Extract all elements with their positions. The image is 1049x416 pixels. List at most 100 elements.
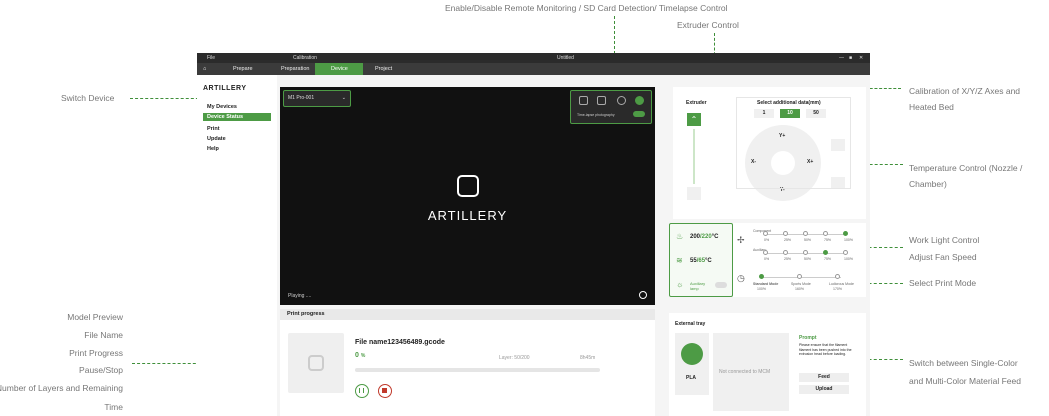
playing-status: Playing .... <box>288 293 312 299</box>
annotation-layers-remaining-1: Number of Layers and Remaining <box>0 383 123 393</box>
layer-value: 50/200 <box>514 355 530 361</box>
timelapse-toggle[interactable] <box>633 111 645 117</box>
prompt-text: Please ensure that the filament filament… <box>799 343 852 356</box>
annotation-calibration: Calibration of X/Y/Z Axes and Heated Bed <box>909 83 1020 115</box>
sidebar: ARTILLERY My Devices Device Status Print… <box>197 75 277 416</box>
fan-auxiliary-knob[interactable] <box>763 250 768 255</box>
sidebar-item-update[interactable]: Update <box>203 135 271 143</box>
fan-component-step-label: 25% <box>784 238 792 242</box>
print-mode-speed: 100% <box>757 287 766 291</box>
remote-control-box: Time-lapse photography <box>570 90 652 124</box>
model-thumbnail <box>288 333 344 393</box>
minimize-icon[interactable]: — <box>839 55 844 61</box>
progress-bar <box>355 368 600 372</box>
tab-project[interactable]: Project <box>369 63 398 75</box>
monitor-icon[interactable] <box>579 96 588 105</box>
fan-auxiliary-knob[interactable] <box>843 250 848 255</box>
print-mode-knob[interactable] <box>797 274 802 279</box>
extrude-down-button[interactable] <box>687 187 701 200</box>
progress-percent-unit: % <box>360 353 366 359</box>
camera-preview: M1 Pro-001 ⌄ Time-lapse photography ARTI… <box>280 87 655 305</box>
file-menu[interactable]: File <box>207 55 215 61</box>
title-bar: File Calibration Untitled — ■ ✕ <box>197 53 870 63</box>
home-icon[interactable]: ⌂ <box>197 63 212 75</box>
spool-icon <box>681 343 703 365</box>
annotation-calibration-line1: Calibration of X/Y/Z Axes and <box>909 86 1021 96</box>
pause-button[interactable] <box>355 384 369 398</box>
annotation-file-name: File Name <box>84 330 123 340</box>
extruder-label: Extruder <box>686 100 707 106</box>
annotation-calibration-line2: Heated Bed <box>909 102 954 112</box>
leader-calibration-h2 <box>865 88 901 89</box>
sidebar-item-help[interactable]: Help <box>203 145 271 153</box>
annotation-select-mode: Select Print Mode <box>909 278 977 288</box>
print-mode-knob[interactable] <box>835 274 840 279</box>
fan-component-step-label: 75% <box>824 238 832 242</box>
nozzle-temp-unit: °C <box>711 234 719 240</box>
calibration-menu[interactable]: Calibration <box>293 55 317 61</box>
annotation-temperature-line2: Chamber) <box>909 179 947 189</box>
fan-component-knob[interactable] <box>803 231 808 236</box>
progress-percent: 0 % <box>355 352 365 359</box>
fan-auxiliary-step-label: 100% <box>844 257 853 261</box>
maximize-icon[interactable]: ■ <box>849 55 852 61</box>
extruder-slider[interactable] <box>693 129 695 184</box>
fan-auxiliary-step-label: 50% <box>804 257 812 261</box>
print-progress-title: Print progress <box>280 309 655 320</box>
stop-button[interactable] <box>378 384 392 398</box>
print-progress-panel: Print progress File name123456489.gcode … <box>280 309 655 416</box>
fan-auxiliary-knob[interactable] <box>783 250 788 255</box>
nozzle-temp-target: /220 <box>700 234 712 240</box>
highlight-calibration <box>736 97 851 189</box>
close-icon[interactable]: ✕ <box>859 55 863 61</box>
print-mode-knob[interactable] <box>759 274 764 279</box>
timelapse-icon[interactable] <box>635 96 644 105</box>
print-mode-label: Ludicrous Mode <box>829 282 854 286</box>
fan-auxiliary-knob[interactable] <box>823 250 828 255</box>
extrude-up-button[interactable]: ⌃ <box>687 113 701 126</box>
progress-percent-value: 0 <box>355 352 359 359</box>
device-selector[interactable]: M1 Pro-001 ⌄ <box>283 90 351 107</box>
pause-icon <box>359 388 364 393</box>
sidebar-item-my-devices[interactable]: My Devices <box>203 103 271 111</box>
camera-icon[interactable] <box>617 96 626 105</box>
upload-button[interactable]: Upload <box>799 385 849 394</box>
tab-preparation[interactable]: Preparation <box>275 63 315 75</box>
annotation-switch-material-line2: and Multi-Color Material Feed <box>909 376 1021 386</box>
sidebar-item-print[interactable]: Print <box>203 125 271 133</box>
fan-component-step-label: 100% <box>844 238 853 242</box>
mcm-status-box: Not connected to MCM <box>713 333 789 411</box>
tray-title: External tray <box>675 321 706 327</box>
fan-component-knob[interactable] <box>763 231 768 236</box>
lamp-icon: ☼ <box>676 280 684 289</box>
nozzle-temp[interactable]: 200/220°C <box>690 234 718 240</box>
sidebar-item-device-status[interactable]: Device Status <box>203 113 271 121</box>
tray-spool-card[interactable]: PLA <box>675 333 709 395</box>
feed-button[interactable]: Feed <box>799 373 849 382</box>
aux-lamp-toggle[interactable] <box>715 282 727 288</box>
timelapse-label: Time-lapse photography <box>577 113 615 117</box>
fan-auxiliary-knob[interactable] <box>803 250 808 255</box>
sd-card-icon[interactable] <box>597 96 606 105</box>
clock-icon: ◷ <box>737 273 745 283</box>
chamber-temp[interactable]: 55/65°C <box>690 258 712 264</box>
print-mode-speed: 160% <box>795 287 804 291</box>
annotation-work-light: Work Light Control <box>909 235 980 245</box>
external-tray-panel: External tray PLA Not connected to MCM P… <box>669 313 866 416</box>
annotation-switch-material: Switch between Single-Color and Multi-Co… <box>909 354 1021 390</box>
brand-name: ARTILLERY <box>427 208 508 223</box>
tab-prepare[interactable]: Prepare <box>227 63 259 75</box>
record-icon[interactable] <box>639 291 647 299</box>
fan-component-knob[interactable] <box>783 231 788 236</box>
brand-logo-icon <box>457 175 479 197</box>
fan-component-knob[interactable] <box>843 231 848 236</box>
annotation-print-progress: Print Progress <box>69 348 123 358</box>
layer-label: Layer: <box>499 355 513 361</box>
fan-auxiliary-step-label: 0% <box>764 257 770 261</box>
annotation-switch-material-line1: Switch between Single-Color <box>909 358 1018 368</box>
chamber-temp-target: /65 <box>696 258 706 264</box>
nozzle-icon: ♨ <box>676 232 684 241</box>
fan-auxiliary-step-label: 75% <box>824 257 832 261</box>
fan-component-knob[interactable] <box>823 231 828 236</box>
tab-device[interactable]: Device <box>315 63 363 75</box>
